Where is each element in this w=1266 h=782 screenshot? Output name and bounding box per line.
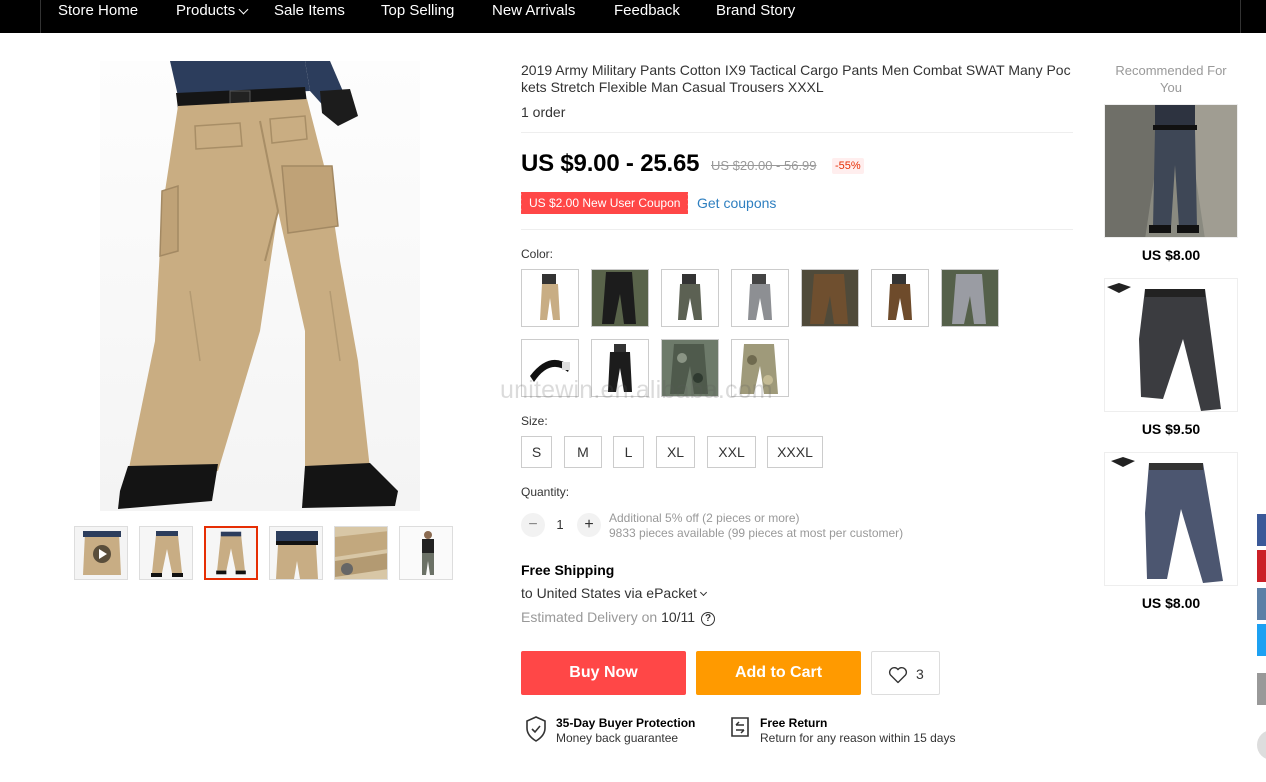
shipping-destination-dropdown[interactable]: to United States via ePacket bbox=[521, 585, 707, 601]
thumbnail[interactable] bbox=[399, 526, 453, 580]
new-user-coupon[interactable]: US $2.00 New User Coupon bbox=[518, 192, 689, 214]
vk-share-icon[interactable] bbox=[1257, 588, 1266, 620]
nav-sale-items[interactable]: Sale Items bbox=[274, 0, 345, 24]
stock-note: 9833 pieces available (99 pieces at most… bbox=[609, 526, 904, 540]
size-option-xl[interactable]: XL bbox=[656, 436, 695, 468]
wishlist-count: 3 bbox=[916, 666, 924, 682]
chevron-down-icon bbox=[699, 588, 707, 597]
order-count: 1 order bbox=[521, 104, 566, 120]
size-option-l[interactable]: L bbox=[613, 436, 644, 468]
add-to-cart-button[interactable]: Add to Cart bbox=[696, 651, 861, 695]
chevron-down-icon bbox=[238, 4, 249, 15]
discount-badge: -55% bbox=[832, 158, 864, 174]
thumbnail[interactable] bbox=[139, 526, 193, 580]
heart-icon bbox=[888, 667, 908, 684]
nav-feedback[interactable]: Feedback bbox=[614, 0, 680, 24]
size-option-m[interactable]: M bbox=[564, 436, 602, 468]
nav-products-label: Products bbox=[176, 2, 236, 19]
return-box-icon bbox=[731, 717, 749, 737]
product-title: 2019 Army Military Pants Cotton IX9 Tact… bbox=[521, 62, 1071, 95]
thumbnail-selected[interactable] bbox=[204, 526, 258, 580]
estimated-delivery: Estimated Delivery on 10/11? bbox=[521, 609, 716, 627]
get-coupons-link[interactable]: Get coupons bbox=[697, 195, 776, 211]
thumbnail[interactable] bbox=[269, 526, 323, 580]
quantity-decrement-button[interactable]: − bbox=[521, 513, 545, 537]
nav-divider bbox=[40, 0, 41, 33]
buy-now-button[interactable]: Buy Now bbox=[521, 651, 686, 695]
buyer-protection-title: 35-Day Buyer Protection bbox=[556, 716, 696, 730]
color-swatch-army-green[interactable] bbox=[661, 269, 719, 327]
color-swatch-black[interactable] bbox=[591, 269, 649, 327]
color-label: Color: bbox=[521, 247, 554, 261]
free-return-title: Free Return bbox=[760, 716, 828, 730]
size-option-xxxl[interactable]: XXXL bbox=[767, 436, 823, 468]
nav-top-selling[interactable]: Top Selling bbox=[381, 0, 454, 24]
top-nav: Store Home Products Sale Items Top Selli… bbox=[0, 0, 1266, 33]
bulk-discount-note: Additional 5% off (2 pieces or more) bbox=[609, 511, 800, 525]
size-label: Size: bbox=[521, 414, 548, 428]
wishlist-button[interactable]: 3 bbox=[871, 651, 940, 695]
color-swatch-green-camo[interactable] bbox=[661, 339, 719, 397]
color-swatch-black[interactable] bbox=[591, 339, 649, 397]
pinterest-share-icon[interactable] bbox=[1257, 550, 1266, 582]
main-product-image[interactable] bbox=[100, 61, 420, 511]
thumbnail-video[interactable] bbox=[74, 526, 128, 580]
color-swatch-grey[interactable] bbox=[731, 269, 789, 327]
buyer-protection-subtitle: Money back guarantee bbox=[556, 731, 679, 745]
facebook-share-icon[interactable] bbox=[1257, 514, 1266, 546]
quantity-label: Quantity: bbox=[521, 485, 570, 499]
quantity-value[interactable]: 1 bbox=[553, 517, 567, 532]
back-to-top-button[interactable] bbox=[1257, 730, 1266, 760]
recommended-price: US $9.50 bbox=[1141, 421, 1201, 437]
recommended-price: US $8.00 bbox=[1141, 247, 1201, 263]
divider bbox=[521, 229, 1073, 230]
help-icon[interactable]: ? bbox=[701, 612, 716, 626]
size-option-xxl[interactable]: XXL bbox=[707, 436, 756, 468]
current-price: US $9.00 - 25.65 bbox=[521, 150, 700, 177]
size-option-s[interactable]: S bbox=[521, 436, 552, 468]
color-swatch-khaki-camo[interactable] bbox=[731, 339, 789, 397]
nav-new-arrivals[interactable]: New Arrivals bbox=[492, 0, 575, 24]
shipping-title: Free Shipping bbox=[521, 562, 615, 578]
nav-divider bbox=[1240, 0, 1241, 33]
delivery-date: 10/11 bbox=[661, 609, 696, 625]
thumbnail[interactable] bbox=[334, 526, 388, 580]
free-return-subtitle: Return for any reason within 15 days bbox=[760, 731, 956, 745]
shipping-destination-label: to United States via ePacket bbox=[521, 585, 697, 601]
delivery-prefix: Estimated Delivery on bbox=[521, 609, 658, 625]
color-swatch-grey-camo[interactable] bbox=[941, 269, 999, 327]
color-swatch-brown[interactable] bbox=[801, 269, 859, 327]
nav-brand-story[interactable]: Brand Story bbox=[716, 0, 795, 24]
recommended-item[interactable] bbox=[1104, 104, 1238, 238]
original-price: US $20.00 - 56.99 bbox=[711, 158, 817, 173]
recommended-price: US $8.00 bbox=[1141, 595, 1201, 611]
twitter-share-icon[interactable] bbox=[1257, 624, 1266, 656]
nav-store-home[interactable]: Store Home bbox=[58, 0, 138, 24]
quantity-increment-button[interactable]: + bbox=[577, 513, 601, 537]
divider bbox=[521, 132, 1073, 133]
share-more-icon[interactable] bbox=[1257, 673, 1266, 705]
recommended-item[interactable] bbox=[1104, 452, 1238, 586]
recommended-item[interactable] bbox=[1104, 278, 1238, 412]
color-swatch-belt[interactable] bbox=[521, 339, 579, 397]
color-swatch-khaki[interactable] bbox=[521, 269, 579, 327]
recommended-title: Recommended For You bbox=[1115, 63, 1227, 95]
color-swatch-brown[interactable] bbox=[871, 269, 929, 327]
nav-products[interactable]: Products bbox=[176, 0, 249, 24]
shield-check-icon bbox=[526, 716, 546, 742]
